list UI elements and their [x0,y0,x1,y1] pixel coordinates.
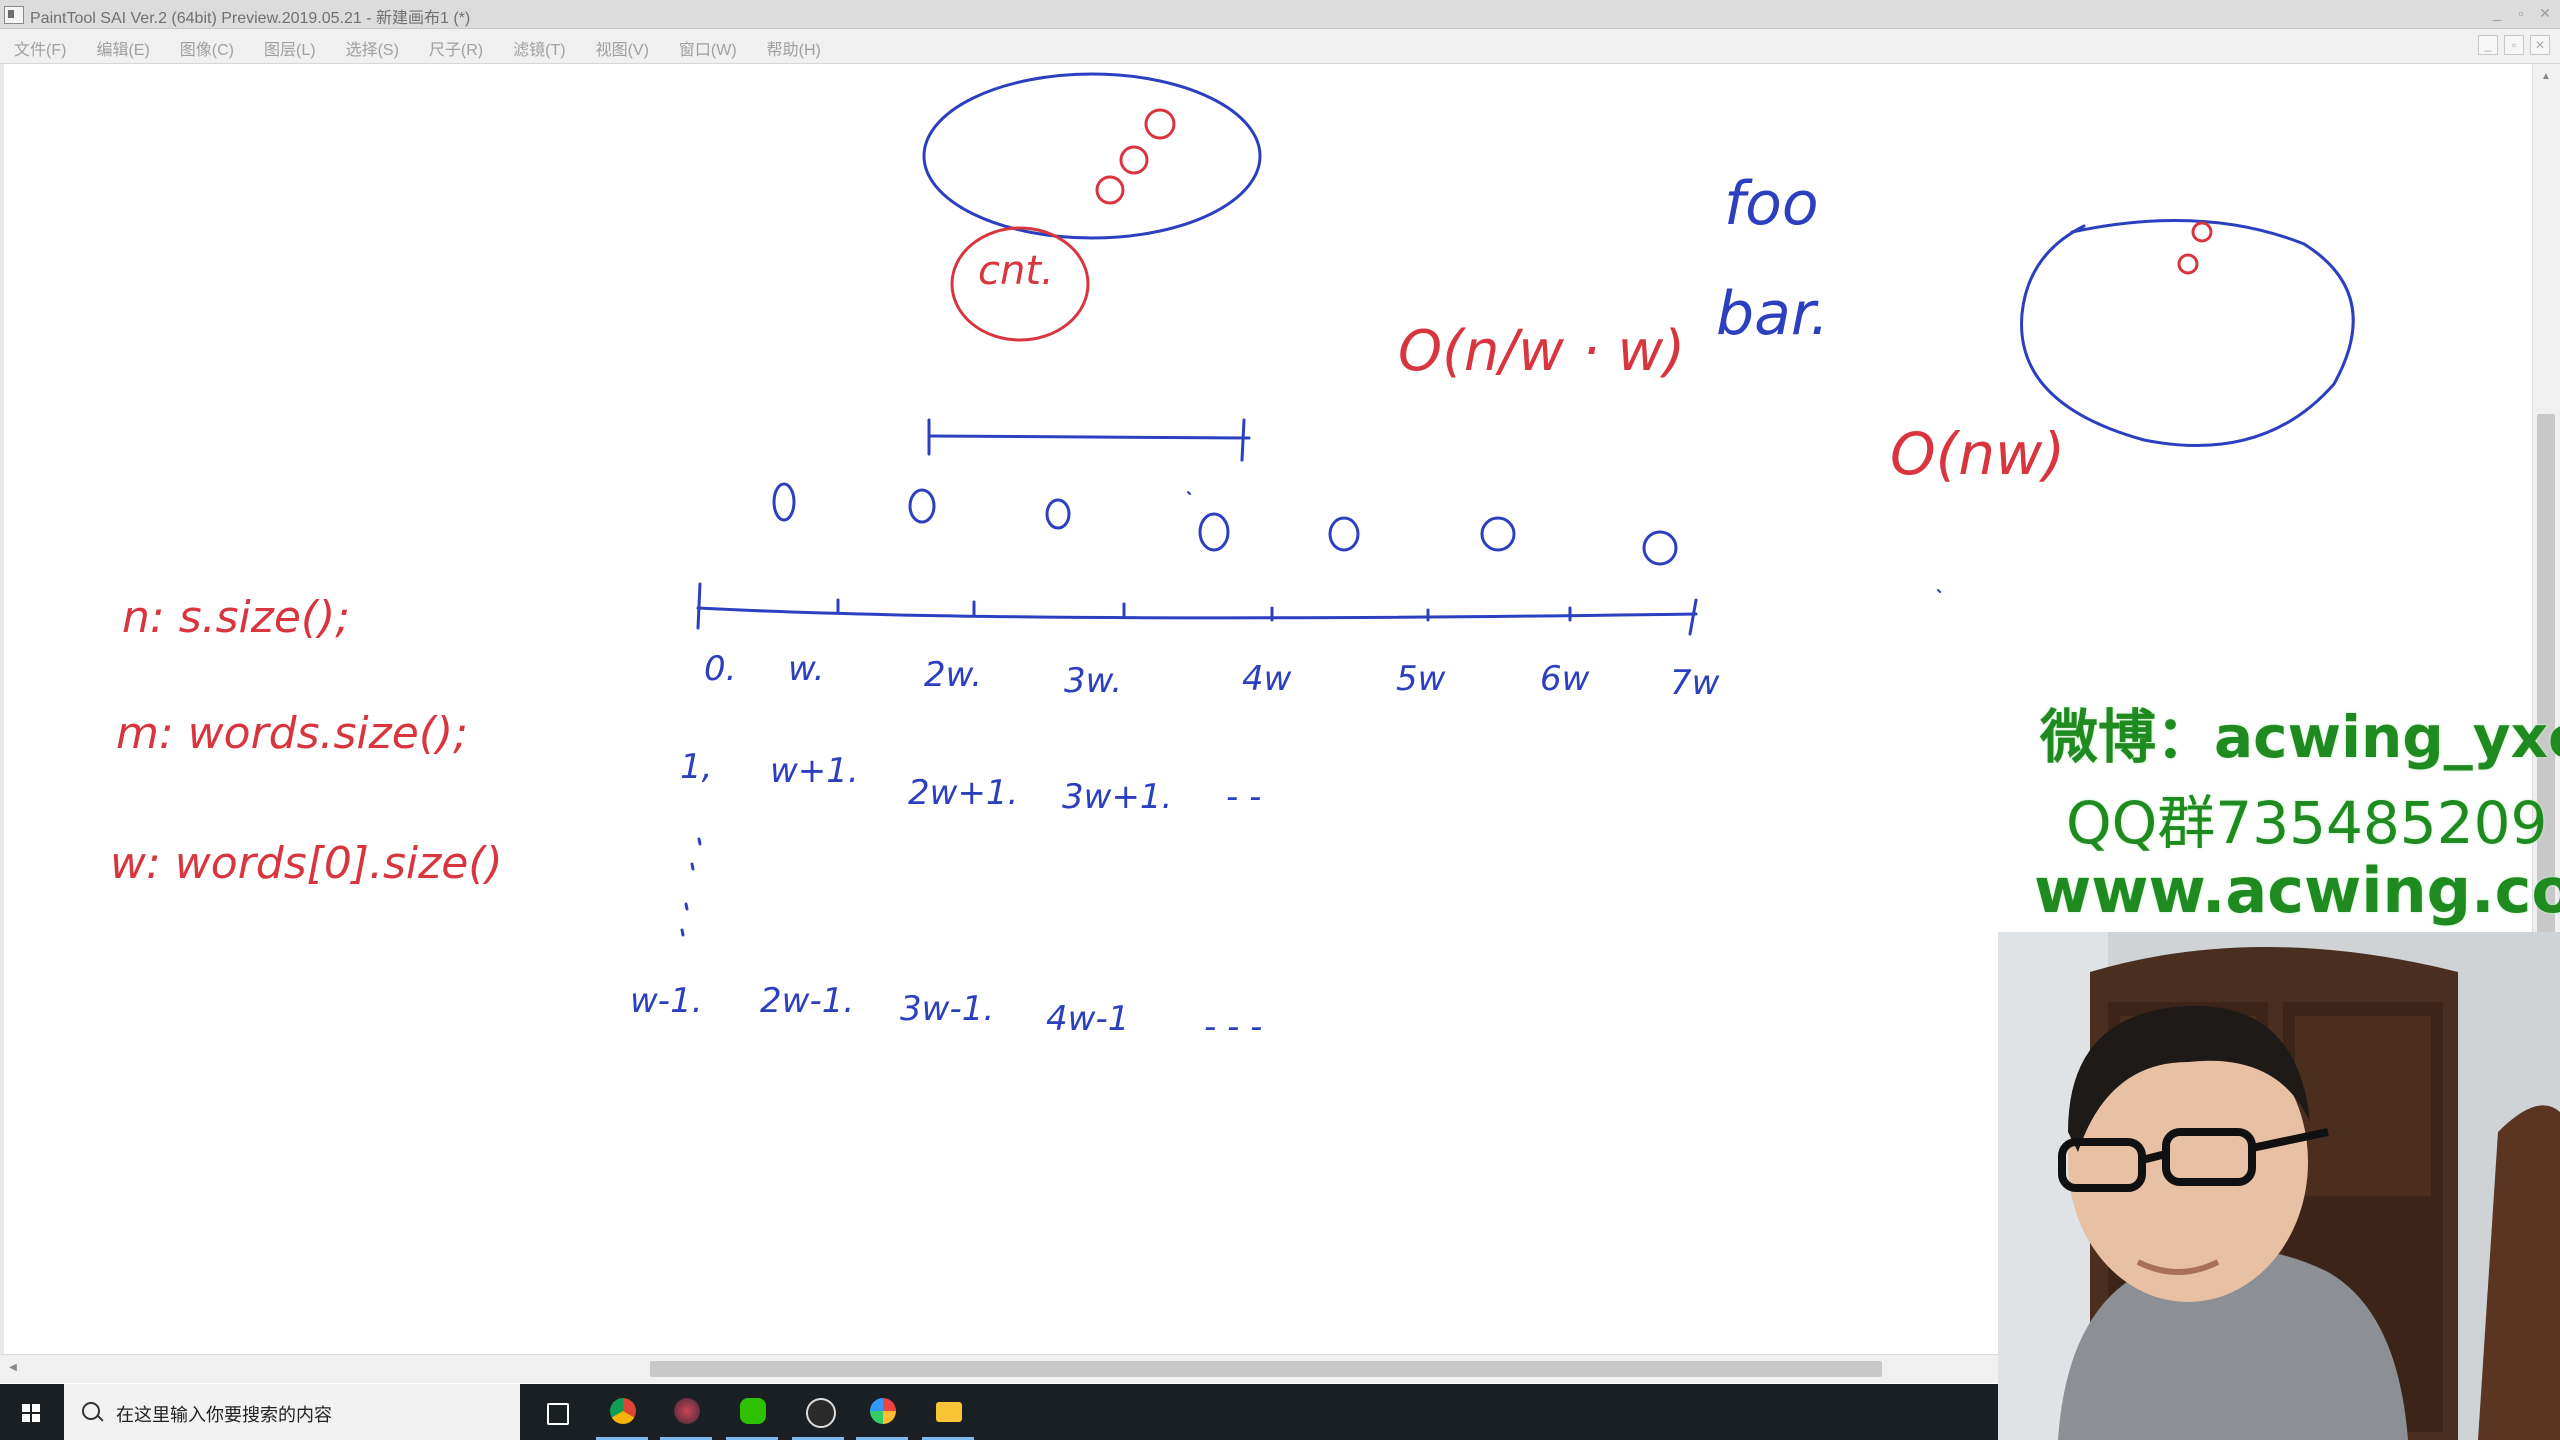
axis-label: 4w [1242,659,1292,699]
red-item-circle [2177,253,2199,275]
axis-label: 7w [1670,663,1720,703]
windows-logo-icon [22,1404,40,1422]
red-item-circle [2191,221,2213,243]
menu-window[interactable]: 窗口(W) [679,36,737,60]
row3-label: 2w-1. [760,981,854,1021]
red-item-circle [1119,145,1149,175]
horizontal-scroll-thumb[interactable] [650,1361,1882,1377]
axis-label: 0. [704,649,736,689]
red-item-circle [1095,175,1125,205]
slot-circle [1328,516,1360,552]
close-button[interactable]: ✕ [2536,4,2554,22]
taskbar: 在这里输入你要搜索的内容 [0,1384,1998,1440]
watermark-site: www.acwing.com [2034,854,2560,927]
cnt-label: cnt. [978,248,1054,294]
slot-circle [1045,498,1071,530]
menu-file[interactable]: 文件(F) [14,36,66,60]
note-n: n: s.size(); [122,592,350,643]
note-w: w: words[0].size() [110,838,503,889]
window-bracket [927,434,1251,440]
slot-circle [908,488,936,524]
axis-label: 3w. [1064,661,1122,701]
horizontal-scrollbar[interactable]: ◀ [0,1354,2000,1383]
file-explorer-icon [936,1402,962,1422]
slot-circle [1642,530,1678,566]
taskbar-search[interactable]: 在这里输入你要搜索的内容 [64,1384,520,1440]
watermark-weibo: 微博：acwing_yxc [2040,703,2560,771]
row2-label: w+1. [770,751,859,791]
menu-bar: 文件(F) 编辑(E) 图像(C) 图层(L) 选择(S) 尺子(R) 滤镜(T… [0,29,2560,64]
start-button[interactable] [0,1384,62,1440]
slot-circle [1480,516,1516,552]
note-m: m: words.size(); [116,708,468,759]
taskbar-chrome[interactable] [592,1384,652,1440]
row2-label: 1, [680,747,712,787]
window-title: PaintTool SAI Ver.2 (64bit) Preview.2019… [30,10,471,27]
app-icon [4,6,24,24]
row2-label: 3w+1. [1062,777,1172,817]
number-line [696,606,1698,620]
search-placeholder: 在这里输入你要搜索的内容 [116,1405,332,1425]
taskbar-wechat[interactable] [722,1384,782,1440]
axis-label: 6w [1540,659,1590,699]
menu-ruler[interactable]: 尺子(R) [429,36,483,60]
task-view-button[interactable] [526,1384,586,1440]
title-bar: PaintTool SAI Ver.2 (64bit) Preview.2019… [0,0,2560,29]
red-item-circle [1144,108,1176,140]
row3-label: - - - [1204,1007,1262,1047]
media-icon [674,1398,700,1424]
foo-label: foo [1724,169,1819,239]
taskbar-file-explorer[interactable] [918,1384,978,1440]
webcam-overlay [1998,932,2560,1440]
complexity-n-over-w: O(n/w · w) [1398,319,1685,384]
maximize-button[interactable]: ▫ [2512,4,2530,22]
minimize-button[interactable]: _ [2488,4,2506,22]
menu-help[interactable]: 帮助(H) [767,36,821,60]
menu-view[interactable]: 视图(V) [596,36,649,60]
menu-select[interactable]: 选择(S) [346,36,399,60]
slot-circle [1198,512,1230,552]
menu-image[interactable]: 图像(C) [180,36,234,60]
search-icon [82,1402,100,1420]
watermark: 微博：acwing_yxc QQ群735485209 www.acwing.co… [2010,690,2560,940]
webcam-image [1998,932,2560,1440]
wechat-icon [740,1398,766,1424]
row2-label: - - [1226,777,1261,817]
row3-label: w-1. [630,981,703,1021]
doc-minimize-button[interactable]: _ [2478,35,2498,55]
paint-icon [870,1398,896,1424]
watermark-qq: QQ群735485209 [2066,789,2548,857]
obs-icon [806,1398,836,1428]
complexity-nw: O(nw) [1890,420,2065,488]
doc-close-button[interactable]: ✕ [2530,35,2550,55]
taskbar-media[interactable] [656,1384,716,1440]
row2-label: 2w+1. [908,773,1018,813]
axis-label: 5w [1396,659,1446,699]
menu-filter[interactable]: 滤镜(T) [513,36,565,60]
row3-label: 3w-1. [900,989,994,1029]
taskbar-paint[interactable] [852,1384,912,1440]
axis-label: w. [788,649,824,689]
doc-restore-button[interactable]: ▫ [2504,35,2524,55]
slot-circle [772,482,796,522]
hash-set-ellipse [922,72,1262,240]
task-view-icon [547,1403,569,1425]
taskbar-obs[interactable] [788,1384,848,1440]
row3-label: 4w-1 [1046,999,1129,1039]
axis-label: 2w. [924,655,982,695]
menu-edit[interactable]: 编辑(E) [96,36,149,60]
menu-layer[interactable]: 图层(L) [264,36,316,60]
bar-label: bar. [1716,279,1829,349]
scroll-left-icon[interactable]: ◀ [6,1361,20,1375]
scroll-up-icon[interactable]: ▲ [2539,70,2553,84]
chrome-icon [610,1398,636,1424]
